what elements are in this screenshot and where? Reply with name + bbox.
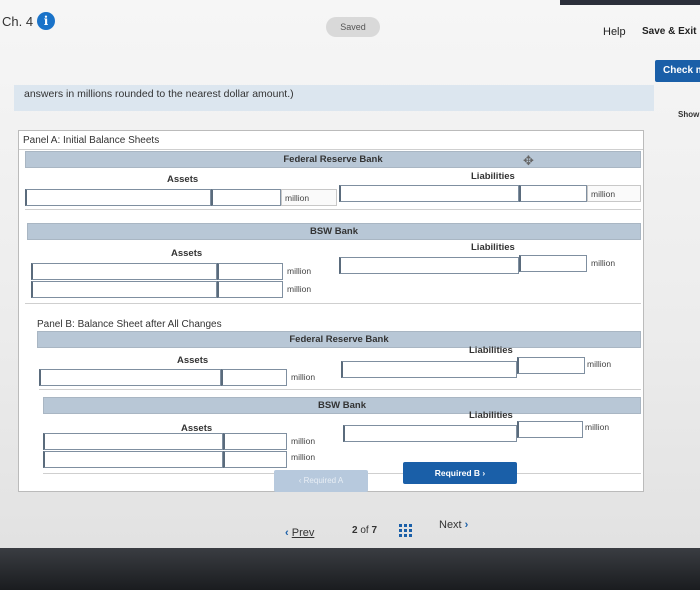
panel-b-bsw-assets-account-2[interactable] <box>43 451 223 468</box>
next-button[interactable]: Next › <box>439 519 468 531</box>
next-label: Next <box>439 519 462 531</box>
panel-b-title: Panel B: Balance Sheet after All Changes <box>37 319 222 330</box>
panel-b-fed-assets-account[interactable] <box>39 369 221 386</box>
panel-b-bsw-assets-amount-1[interactable] <box>223 433 287 450</box>
panel-a-fed-header: Federal Reserve Bank <box>25 151 641 168</box>
chevron-right-icon: › <box>461 519 469 531</box>
panel-a-bsw-header: BSW Bank <box>27 223 641 240</box>
required-b-button[interactable]: Required B › <box>403 462 517 484</box>
panel-a-fed-assets-unit: million <box>285 193 310 203</box>
panel-b-bsw-liabilities-label: Liabilities <box>469 410 513 421</box>
panel-a-fed-liabilities-unit: million <box>591 189 616 199</box>
panel-a-bsw-assets-account-2[interactable] <box>31 281 217 298</box>
panel-b-bsw-liabilities-unit: million <box>585 422 610 432</box>
prev-button[interactable]: ‹ Prev <box>285 527 314 539</box>
panel-a-title: Panel A: Initial Balance Sheets <box>23 135 160 146</box>
panel-a-bsw-assets-amount-2[interactable] <box>217 281 283 298</box>
chapter-label: Ch. 4 <box>2 14 34 29</box>
panel-b-fed-assets-label: Assets <box>177 355 209 366</box>
panel-b-fed-liabilities-label: Liabilities <box>469 345 513 356</box>
panel-a-bsw-assets-account-1[interactable] <box>31 263 217 280</box>
required-a-button[interactable]: ‹ Required A <box>274 470 368 492</box>
panel-a-bsw-liabilities-label: Liabilities <box>471 242 515 253</box>
divider <box>25 303 641 304</box>
chevron-left-icon: ‹ <box>285 527 292 539</box>
panel-a-fed-assets-label: Assets <box>167 174 199 185</box>
page-of: of <box>360 525 369 536</box>
panel-a-bsw-liabilities-amount[interactable] <box>519 255 587 272</box>
instruction-text: answers in millions rounded to the neare… <box>14 85 654 111</box>
panel-a-fed-liabilities-label: Liabilities <box>471 171 515 182</box>
top-toolbar-strip <box>560 0 700 5</box>
balance-sheet-panels: Panel A: Initial Balance Sheets Federal … <box>18 130 644 492</box>
panel-b-fed-assets-amount[interactable] <box>221 369 287 386</box>
help-link[interactable]: Help <box>603 26 626 38</box>
panel-a-fed-assets-amount[interactable] <box>211 189 281 206</box>
panel-a-bsw-assets-unit-1: million <box>287 266 312 276</box>
page-total: 7 <box>371 525 378 536</box>
monitor-bezel <box>0 548 700 590</box>
divider <box>25 209 641 210</box>
required-b-label: Required B <box>434 468 481 478</box>
info-icon[interactable]: i <box>37 12 55 30</box>
save-exit-button[interactable]: Save & Exit <box>642 26 696 37</box>
panel-a-fed-liabilities-amount[interactable] <box>519 185 587 202</box>
panel-a-bsw-assets-unit-2: million <box>287 284 312 294</box>
panel-a-bsw-assets-label: Assets <box>171 248 203 259</box>
panel-b-fed-assets-unit: million <box>291 372 316 382</box>
panel-a-bsw-liabilities-account[interactable] <box>339 257 519 274</box>
divider <box>19 149 643 150</box>
panel-b-fed-header: Federal Reserve Bank <box>37 331 641 348</box>
chevron-right-icon: › <box>480 468 486 478</box>
panel-a-fed-liabilities-account[interactable] <box>339 185 519 202</box>
panel-a-bsw-liabilities-unit: million <box>591 258 616 268</box>
show-link[interactable]: Show <box>678 110 699 119</box>
required-a-label: Required A <box>303 476 344 485</box>
panel-a-fed-assets-account[interactable] <box>25 189 211 206</box>
panel-a-bsw-assets-amount-1[interactable] <box>217 263 283 280</box>
divider <box>39 389 641 390</box>
panel-b-fed-liabilities-amount[interactable] <box>517 357 585 374</box>
saved-status: Saved <box>326 17 380 37</box>
app-screen: Ch. 4 i Saved Help Save & Exit Check m S… <box>0 0 700 548</box>
panel-b-bsw-assets-unit-2: million <box>291 452 316 462</box>
move-cursor-icon: ✥ <box>523 153 534 168</box>
panel-b-bsw-liabilities-amount[interactable] <box>517 421 583 438</box>
page-indicator: 2 of 7 <box>352 525 377 536</box>
panel-b-fed-liabilities-unit: million <box>587 359 612 369</box>
check-my-work-button[interactable]: Check m <box>655 60 700 82</box>
panel-b-bsw-header: BSW Bank <box>43 397 641 414</box>
panel-b-fed-liabilities-account[interactable] <box>341 361 517 378</box>
panel-b-bsw-assets-account-1[interactable] <box>43 433 223 450</box>
page-current: 2 <box>352 525 358 536</box>
grid-menu-icon[interactable] <box>399 524 412 537</box>
panel-b-bsw-assets-unit-1: million <box>291 436 316 446</box>
prev-label: Prev <box>291 527 315 539</box>
panel-b-bsw-assets-amount-2[interactable] <box>223 451 287 468</box>
panel-b-bsw-liabilities-account[interactable] <box>343 425 517 442</box>
